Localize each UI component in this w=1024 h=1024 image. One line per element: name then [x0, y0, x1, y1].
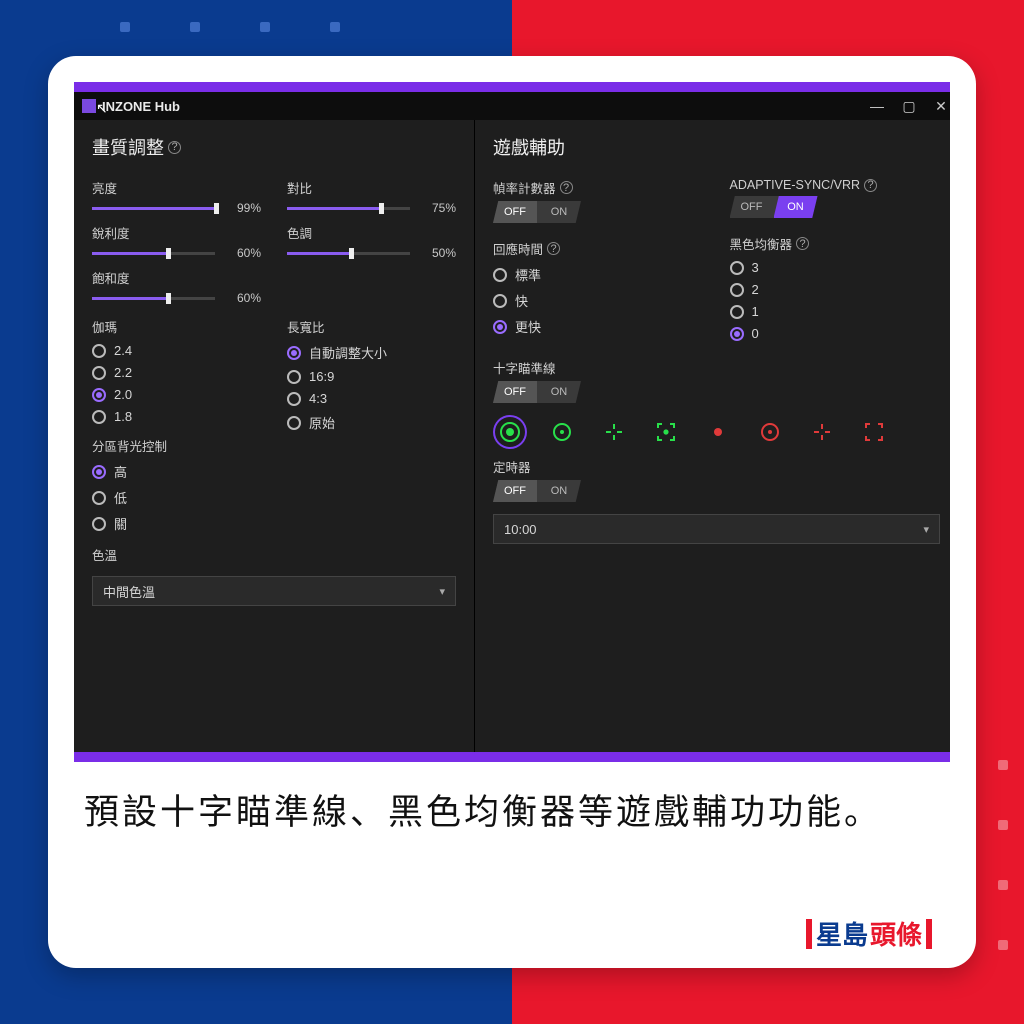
crosshair-toggle[interactable]: OFFON	[493, 381, 581, 403]
gamma-1-8[interactable]: 1.8	[92, 409, 261, 424]
app-logo-icon	[82, 99, 96, 113]
section-title-gaming: 遊戲輔助	[493, 134, 940, 160]
fps-label: 幀率計數器?	[493, 178, 704, 197]
dimming-low[interactable]: 低	[92, 488, 261, 507]
deco-dot	[998, 880, 1008, 890]
crosshair-presets: ↖	[493, 415, 940, 449]
crosshair-red-brackets-icon[interactable]	[857, 415, 891, 449]
help-icon[interactable]: ?	[864, 179, 877, 192]
crosshair-green-plus-icon[interactable]: ↖	[597, 415, 631, 449]
gamma-2-0[interactable]: 2.0	[92, 387, 261, 402]
help-icon[interactable]: ?	[796, 237, 809, 250]
timer-select[interactable]: 10:00 ▾	[493, 514, 940, 544]
local-dimming-label: 分區背光控制	[92, 436, 261, 455]
aspect-4-3[interactable]: 4:3	[287, 391, 456, 406]
minimize-button[interactable]: —	[868, 98, 886, 115]
aspect-label: 長寬比	[287, 317, 456, 336]
sharpness-label: 銳利度	[92, 223, 261, 242]
panes: 畫質調整? 亮度 99% 銳	[74, 120, 950, 752]
help-icon[interactable]: ?	[560, 181, 573, 194]
crosshair-green-ring-dot-icon[interactable]	[545, 415, 579, 449]
brightness-label: 亮度	[92, 178, 261, 197]
deco-dot	[998, 820, 1008, 830]
crosshair-red-plus-icon[interactable]	[805, 415, 839, 449]
response-fast[interactable]: 快	[493, 291, 704, 310]
window-controls: — ▢ ✕	[868, 98, 950, 115]
black-eq-1[interactable]: 1	[730, 304, 941, 319]
publisher-logo: 星島頭條	[806, 915, 932, 952]
deco-dot	[120, 22, 130, 32]
color-temp-label: 色溫	[92, 545, 261, 564]
deco-dot	[190, 22, 200, 32]
gaming-assist-pane: 遊戲輔助 幀率計數器? OFFON 回應時間? 標準 快 更快	[474, 120, 950, 752]
screenshot-area: INZONE Hub — ▢ ✕ 畫質調整?	[74, 82, 950, 762]
deco-dot	[330, 22, 340, 32]
hue-label: 色調	[287, 223, 456, 242]
brightness-value: 99%	[221, 201, 261, 215]
picture-pane: 畫質調整? 亮度 99% 銳	[74, 120, 474, 752]
inzone-hub-window: INZONE Hub — ▢ ✕ 畫質調整?	[74, 92, 950, 752]
titlebar: INZONE Hub — ▢ ✕	[74, 92, 950, 120]
black-eq-2[interactable]: 2	[730, 282, 941, 297]
deco-dot	[998, 940, 1008, 950]
contrast-value: 75%	[416, 201, 456, 215]
brightness-slider[interactable]	[92, 201, 215, 215]
crosshair-green-brackets-icon[interactable]	[649, 415, 683, 449]
article-caption: 預設十字瞄準線、黑色均衡器等遊戲輔功功能。	[84, 786, 940, 840]
close-button[interactable]: ✕	[932, 98, 950, 115]
adaptive-sync-label: ADAPTIVE-SYNC/VRR?	[730, 178, 941, 192]
saturation-slider[interactable]	[92, 291, 215, 305]
response-standard[interactable]: 標準	[493, 265, 704, 284]
promo-frame: INZONE Hub — ▢ ✕ 畫質調整?	[0, 0, 1024, 1024]
dimming-off[interactable]: 關	[92, 514, 261, 533]
contrast-slider[interactable]	[287, 201, 410, 215]
crosshair-red-dot-icon[interactable]	[701, 415, 735, 449]
deco-dot	[998, 760, 1008, 770]
crosshair-green-dot-filled-icon[interactable]	[493, 415, 527, 449]
dimming-high[interactable]: 高	[92, 462, 261, 481]
black-eq-label: 黑色均衡器?	[730, 234, 941, 253]
hue-slider[interactable]	[287, 246, 410, 260]
sharpness-value: 60%	[221, 246, 261, 260]
timer-toggle[interactable]: OFFON	[493, 480, 581, 502]
black-eq-3[interactable]: 3	[730, 260, 941, 275]
gamma-2-2[interactable]: 2.2	[92, 365, 261, 380]
crosshair-label: 十字瞄準線	[493, 358, 940, 377]
content-card: INZONE Hub — ▢ ✕ 畫質調整?	[48, 56, 976, 968]
help-icon[interactable]: ?	[168, 141, 181, 154]
fps-toggle[interactable]: OFFON	[493, 201, 581, 223]
sharpness-slider[interactable]	[92, 246, 215, 260]
chevron-down-icon: ▾	[923, 523, 929, 536]
timer-label: 定時器	[493, 457, 940, 476]
contrast-label: 對比	[287, 178, 456, 197]
section-title-picture: 畫質調整?	[92, 134, 456, 160]
deco-dot	[260, 22, 270, 32]
maximize-button[interactable]: ▢	[900, 98, 918, 115]
cursor-icon: ↖	[96, 100, 108, 117]
color-temp-select[interactable]: 中間色溫 ▾	[92, 576, 456, 606]
saturation-label: 飽和度	[92, 268, 261, 287]
saturation-value: 60%	[221, 291, 261, 305]
brand-bar-icon	[806, 919, 812, 949]
gamma-label: 伽瑪	[92, 317, 261, 336]
color-temp-value: 中間色溫	[103, 582, 155, 601]
hue-value: 50%	[416, 246, 456, 260]
response-faster[interactable]: 更快	[493, 317, 704, 336]
gamma-2-4[interactable]: 2.4	[92, 343, 261, 358]
help-icon[interactable]: ?	[547, 242, 560, 255]
timer-value: 10:00	[504, 522, 537, 537]
response-label: 回應時間?	[493, 239, 704, 258]
black-eq-0[interactable]: 0	[730, 326, 941, 341]
aspect-original[interactable]: 原始	[287, 413, 456, 432]
aspect-auto[interactable]: 自動調整大小	[287, 343, 456, 362]
aspect-16-9[interactable]: 16:9	[287, 369, 456, 384]
app-title: INZONE Hub	[102, 99, 180, 114]
chevron-down-icon: ▾	[439, 585, 445, 598]
crosshair-red-ring-dot-icon[interactable]	[753, 415, 787, 449]
brand-bar-icon	[926, 919, 932, 949]
adaptive-sync-toggle[interactable]: OFFON	[730, 196, 818, 218]
